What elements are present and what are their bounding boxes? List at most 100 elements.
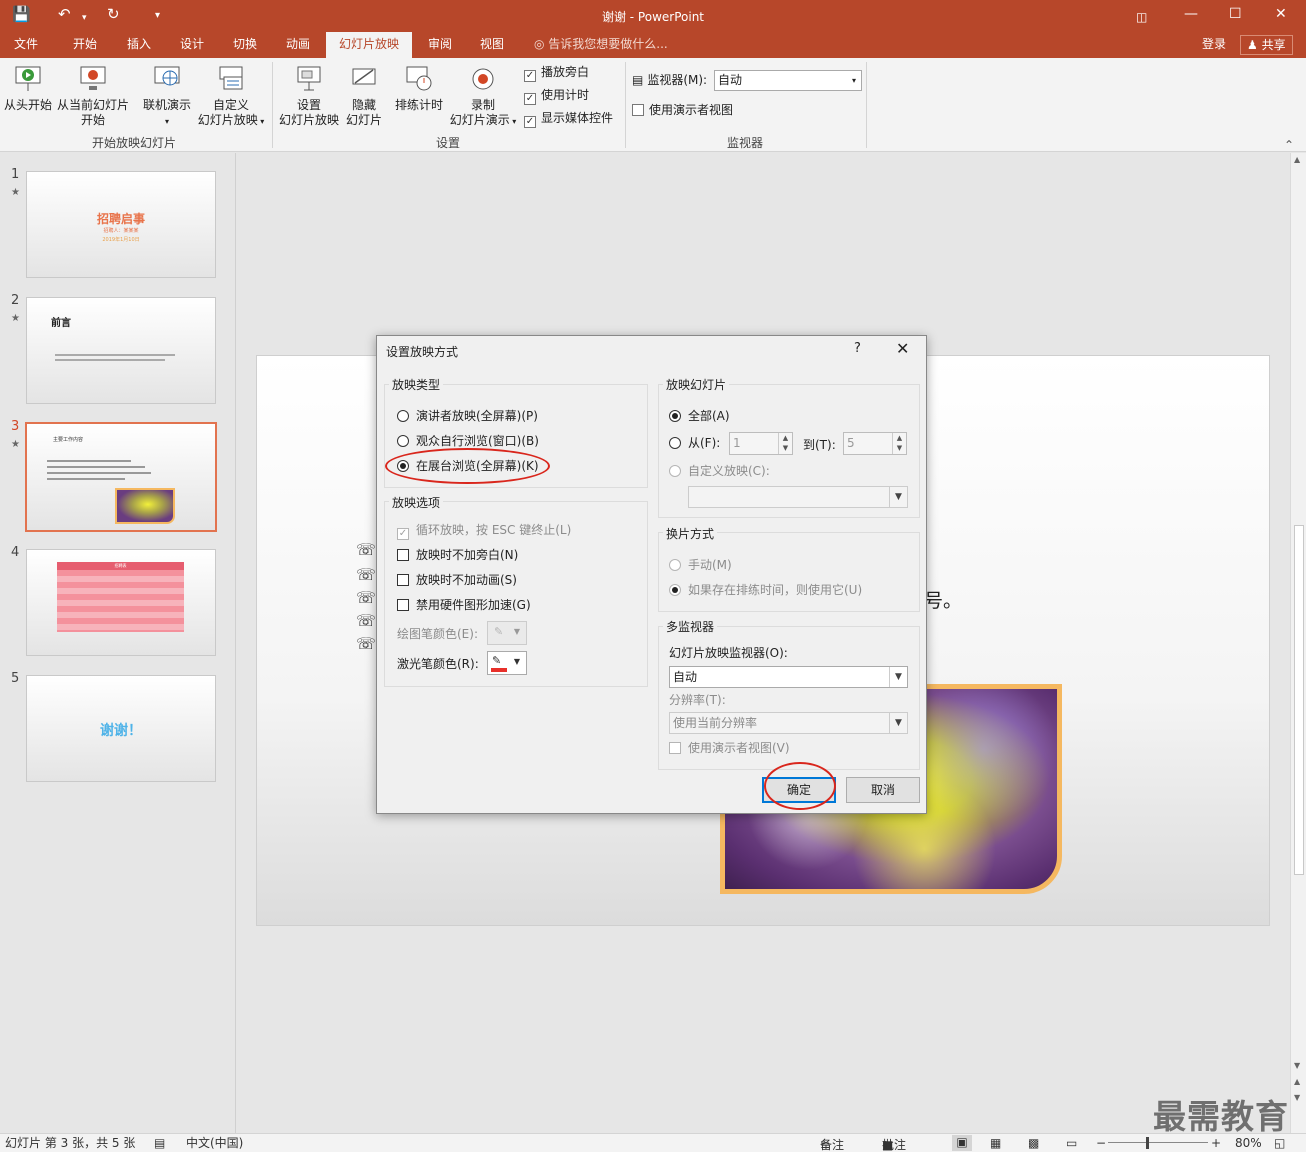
manual-advance-radio[interactable]: 手动(M) bbox=[669, 557, 732, 573]
spinner-arrows-icon[interactable]: ▲ ▼ bbox=[892, 433, 906, 454]
zoom-slider-handle[interactable] bbox=[1146, 1137, 1149, 1149]
tab-home[interactable]: 开始 bbox=[62, 32, 108, 58]
login-link[interactable]: 登录 bbox=[1202, 32, 1226, 56]
share-button[interactable]: ♟ 共享 bbox=[1240, 35, 1293, 55]
tab-transitions[interactable]: 切换 bbox=[222, 32, 268, 58]
play-narrations-checkbox[interactable]: ✓ 播放旁白 bbox=[524, 64, 589, 82]
tab-view[interactable]: 视图 bbox=[469, 32, 515, 58]
disable-hw-accel-checkbox[interactable]: 禁用硬件图形加速(G) bbox=[397, 597, 531, 613]
resolution-value: 使用当前分辨率 bbox=[673, 716, 758, 730]
record-slideshow-button[interactable]: 录制 幻灯片演示 ▾ bbox=[447, 64, 519, 129]
zoom-level[interactable]: 80% bbox=[1235, 1136, 1262, 1151]
zoom-in-icon[interactable]: + bbox=[1211, 1136, 1221, 1151]
slide-sorter-icon[interactable]: ▦ bbox=[990, 1136, 1001, 1151]
from-slides-radio[interactable]: 从(F): bbox=[669, 435, 720, 451]
dialog-presenter-view-checkbox[interactable]: 使用演示者视图(V) bbox=[669, 740, 790, 756]
present-online-button[interactable]: 联机演示 ▾ bbox=[140, 64, 194, 129]
slideshow-monitor-select[interactable]: 自动 ▼ bbox=[669, 666, 908, 688]
slide-thumbnail-4[interactable]: 招聘表 bbox=[26, 549, 216, 656]
ribbon: 从头开始 从当前幻灯片 开始 联机演示 ▾ 自定义 幻灯片放映 ▾ 开始放映幻灯片… bbox=[0, 58, 1306, 152]
slideshow-view-icon[interactable]: ▭ bbox=[1066, 1136, 1077, 1151]
group-label-monitor: 监视器 bbox=[727, 136, 764, 150]
hide-slide-button[interactable]: 隐藏 幻灯片 bbox=[342, 64, 386, 128]
slide-thumbnail-pane: 1 ★ 招聘启事 招聘人：某某某 2019年1月10日 2 ★ 前言 3 ★ 主… bbox=[0, 153, 236, 1133]
monitor-select[interactable]: 自动 ▾ bbox=[714, 70, 862, 91]
cancel-button[interactable]: 取消 bbox=[846, 777, 920, 803]
individual-radio-label: 观众自行浏览(窗口)(B) bbox=[416, 434, 539, 448]
normal-view-icon[interactable]: ▣ bbox=[952, 1135, 972, 1151]
use-presenter-view-checkbox[interactable]: 使用演示者视图 bbox=[632, 102, 733, 118]
previous-slide-icon[interactable]: ▲ bbox=[1294, 1077, 1300, 1086]
close-icon[interactable]: ✕ bbox=[1275, 4, 1287, 24]
slide-thumbnail-1[interactable]: 招聘启事 招聘人：某某某 2019年1月10日 bbox=[26, 171, 216, 278]
tell-me-text: 告诉我您想要做什么... bbox=[548, 37, 668, 51]
custom-slideshow-button[interactable]: 自定义 幻灯片放映 ▾ bbox=[195, 64, 267, 129]
chevron-down-icon: ▾ bbox=[509, 117, 517, 126]
setup-slideshow-label-1: 设置 bbox=[296, 98, 321, 112]
presenter-radio-label: 演讲者放映(全屏幕)(P) bbox=[416, 409, 538, 423]
slide-number: 1 bbox=[11, 167, 20, 182]
slide-thumbnail-5[interactable]: 谢谢！ bbox=[26, 675, 216, 782]
tab-review[interactable]: 审阅 bbox=[417, 32, 463, 58]
tell-me-box[interactable]: ◎ 告诉我您想要做什么... bbox=[534, 32, 668, 56]
no-narration-checkbox[interactable]: 放映时不加旁白(N) bbox=[397, 547, 518, 563]
reading-view-icon[interactable]: ▩ bbox=[1028, 1136, 1039, 1151]
resolution-select[interactable]: 使用当前分辨率 ▼ bbox=[669, 712, 908, 734]
rehearse-timings-button[interactable]: 排练计时 bbox=[393, 64, 445, 113]
scroll-up-icon[interactable]: ▲ bbox=[1294, 155, 1300, 164]
zoom-out-icon[interactable]: − bbox=[1096, 1136, 1106, 1151]
custom-show-radio[interactable]: 自定义放映(C): bbox=[669, 463, 770, 479]
custom-show-select[interactable]: ▼ bbox=[688, 486, 908, 508]
fit-slide-icon[interactable]: ◱ bbox=[1274, 1136, 1285, 1151]
checkbox-empty bbox=[669, 742, 681, 754]
thumb-text-line bbox=[47, 466, 145, 468]
presenter-radio[interactable]: 演讲者放映(全屏幕)(P) bbox=[397, 408, 538, 424]
spellcheck-icon[interactable]: ▤ bbox=[154, 1136, 165, 1151]
radio-circle bbox=[397, 410, 409, 422]
tab-insert[interactable]: 插入 bbox=[116, 32, 162, 58]
ok-button[interactable]: 确定 bbox=[762, 777, 836, 803]
individual-radio[interactable]: 观众自行浏览(窗口)(B) bbox=[397, 433, 539, 449]
scrollbar-thumb[interactable] bbox=[1294, 525, 1304, 875]
pen-color-button[interactable]: ✎ ▼ bbox=[487, 621, 527, 645]
slide-thumbnail-3[interactable]: 主要工作内容 bbox=[25, 422, 217, 532]
zoom-slider-track[interactable] bbox=[1108, 1142, 1208, 1143]
no-animation-checkbox[interactable]: 放映时不加动画(S) bbox=[397, 572, 517, 588]
scroll-down-icon[interactable]: ▼ bbox=[1294, 1061, 1300, 1070]
show-media-controls-checkbox[interactable]: ✓ 显示媒体控件 bbox=[524, 110, 613, 128]
all-slides-radio[interactable]: 全部(A) bbox=[669, 408, 730, 424]
collapse-ribbon-icon[interactable]: ⌃ bbox=[1284, 138, 1294, 152]
slide-thumbnail-2[interactable]: 前言 bbox=[26, 297, 216, 404]
slideshow-monitor-label: 幻灯片放映监视器(O): bbox=[669, 646, 788, 660]
tab-design[interactable]: 设计 bbox=[169, 32, 215, 58]
from-beginning-button[interactable]: 从头开始 bbox=[3, 64, 53, 113]
language-indicator[interactable]: 中文(中国) bbox=[186, 1136, 243, 1151]
kiosk-radio[interactable]: 在展台浏览(全屏幕)(K) bbox=[397, 458, 539, 474]
close-icon[interactable]: ✕ bbox=[896, 339, 909, 358]
spinner-arrows-icon[interactable]: ▲ ▼ bbox=[778, 433, 792, 454]
from-slide-spinner[interactable]: 1 ▲ ▼ bbox=[729, 432, 793, 455]
checkbox-empty bbox=[397, 549, 409, 561]
tab-animations[interactable]: 动画 bbox=[275, 32, 321, 58]
minimize-icon[interactable]: — bbox=[1184, 4, 1198, 24]
use-timings-checkbox[interactable]: ✓ 使用计时 bbox=[524, 87, 589, 105]
setup-slideshow-button[interactable]: 设置 幻灯片放映 bbox=[278, 64, 340, 128]
tab-file[interactable]: 文件 bbox=[4, 32, 48, 58]
vertical-scrollbar[interactable]: ▲ ▼ ▲ ▼ bbox=[1290, 153, 1306, 1133]
use-timings-radio[interactable]: 如果存在排练时间，则使用它(U) bbox=[669, 582, 862, 598]
custom-slideshow-label-2: 幻灯片放映 bbox=[197, 113, 258, 127]
bullet-phone-icon: ☏ bbox=[356, 540, 377, 559]
advance-slides-legend: 换片方式 bbox=[663, 525, 718, 542]
next-slide-icon[interactable]: ▼ bbox=[1294, 1093, 1300, 1102]
from-current-button[interactable]: 从当前幻灯片 开始 bbox=[56, 64, 130, 128]
maximize-icon[interactable]: ☐ bbox=[1229, 4, 1242, 24]
laser-color-button[interactable]: ✎ ▼ bbox=[487, 651, 527, 675]
tab-slideshow[interactable]: 幻灯片放映 bbox=[326, 32, 412, 58]
thumb-title: 主要工作内容 bbox=[53, 437, 84, 443]
ribbon-tab-bar: 文件 开始 插入 设计 切换 动画 幻灯片放映 审阅 视图 ◎ 告诉我您想要做什… bbox=[0, 32, 1306, 58]
to-slide-spinner[interactable]: 5 ▲ ▼ bbox=[843, 432, 907, 455]
ribbon-display-icon[interactable]: ◫ bbox=[1136, 7, 1147, 27]
loop-checkbox[interactable]: ✓ 循环放映，按 ESC 键终止(L) bbox=[397, 522, 571, 540]
help-icon[interactable]: ? bbox=[854, 341, 861, 356]
monitor-label: ▤ 监视器(M): bbox=[632, 72, 707, 88]
